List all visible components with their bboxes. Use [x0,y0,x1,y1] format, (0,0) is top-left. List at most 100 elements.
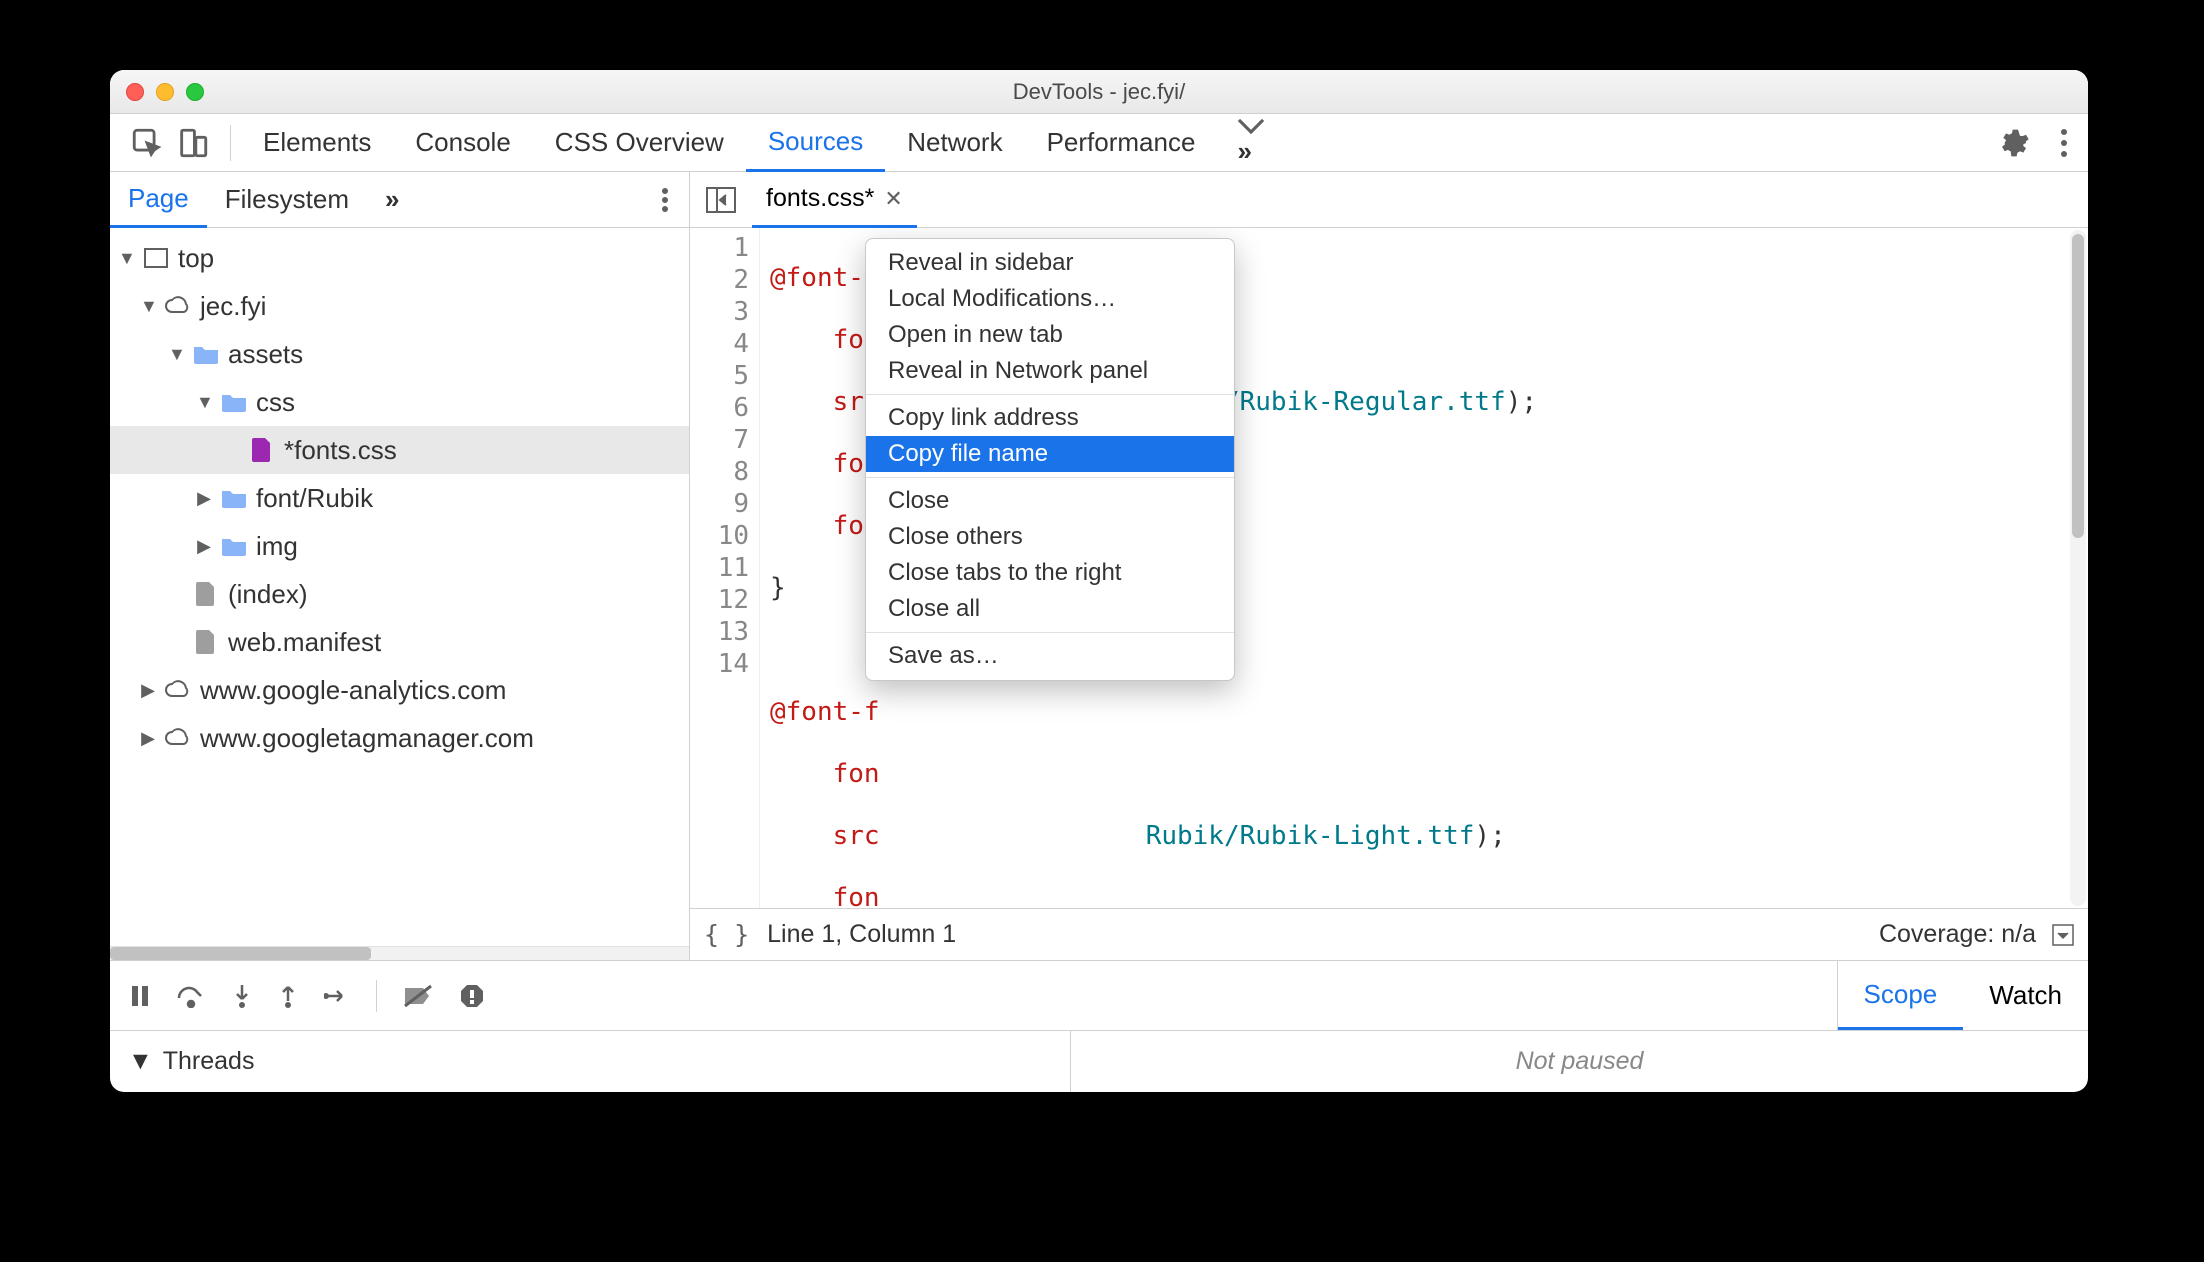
tab-css-overview[interactable]: CSS Overview [533,114,746,171]
navigator-more-tabs-icon[interactable]: » [367,184,417,215]
tree-label: jec.fyi [200,291,266,322]
ctx-open-new-tab[interactable]: Open in new tab [866,317,1234,353]
tree-domain-jecfyi[interactable]: ▼ jec.fyi [110,282,689,330]
tree-label: www.google-analytics.com [200,675,506,706]
coverage-dropdown-icon[interactable] [2052,924,2074,946]
disclosure-down-icon: ▼ [196,392,212,413]
tree-folder-css[interactable]: ▼ css [110,378,689,426]
navigator-kebab-icon[interactable] [641,187,689,213]
document-file-icon [192,630,220,654]
tree-label: img [256,531,298,562]
cloud-icon [164,294,192,318]
tree-file-index[interactable]: (index) [110,570,689,618]
step-out-icon[interactable] [278,983,298,1009]
editor-tabs: fonts.css* ✕ [690,172,2088,228]
debugger-tab-watch[interactable]: Watch [1963,961,2088,1030]
pretty-print-icon[interactable]: { } [704,920,749,949]
navigator-tabs: Page Filesystem » [110,172,689,228]
tab-performance[interactable]: Performance [1025,114,1218,171]
titlebar: DevTools - jec.fyi/ [110,70,2088,114]
tree-domain-gtm[interactable]: ▶ www.googletagmanager.com [110,714,689,762]
ctx-copy-file-name[interactable]: Copy file name [866,436,1234,472]
step-icon[interactable] [324,986,350,1006]
ctx-close-others[interactable]: Close others [866,519,1234,555]
folder-icon [220,534,248,558]
disclosure-down-icon: ▼ [140,296,156,317]
tree-label: top [178,243,214,274]
ctx-reveal-sidebar[interactable]: Reveal in sidebar [866,245,1234,281]
editor-vertical-scrollbar[interactable] [2070,230,2086,906]
tree-folder-img[interactable]: ▶ img [110,522,689,570]
cloud-icon [164,678,192,702]
content-area: Page Filesystem » ▼ top ▼ jec.fyi [110,172,2088,960]
tree-label: web.manifest [228,627,381,658]
editor-tab-label: fonts.css* [766,184,874,213]
disclosure-right-icon: ▶ [196,488,212,509]
ctx-save-as[interactable]: Save as… [866,638,1234,674]
device-toolbar-icon[interactable] [176,126,210,160]
bottom-panel: ▼ Threads Not paused [110,1030,2088,1092]
ctx-copy-link[interactable]: Copy link address [866,400,1234,436]
ctx-reveal-network[interactable]: Reveal in Network panel [866,353,1234,389]
navigator-tab-filesystem[interactable]: Filesystem [207,172,367,227]
document-file-icon [192,582,220,606]
editor-panel: fonts.css* ✕ 1234567891011121314 @font-f… [690,172,2088,960]
window-title: DevTools - jec.fyi/ [110,79,2088,105]
disclosure-right-icon: ▶ [140,680,156,701]
disclosure-right-icon: ▶ [140,728,156,749]
step-into-icon[interactable] [232,983,252,1009]
threads-label: Threads [163,1047,255,1076]
pause-icon[interactable] [130,984,150,1008]
close-tab-icon[interactable]: ✕ [884,186,902,212]
cursor-position: Line 1, Column 1 [767,920,956,949]
ctx-close-right[interactable]: Close tabs to the right [866,555,1234,591]
ctx-separator [866,477,1234,478]
editor-tab-fontscss[interactable]: fonts.css* ✕ [752,173,917,228]
ctx-close[interactable]: Close [866,483,1234,519]
not-paused-label: Not paused [1070,1031,2088,1092]
more-tabs-icon[interactable]: » [1217,118,1285,167]
ctx-close-all[interactable]: Close all [866,591,1234,627]
debugger-tab-scope[interactable]: Scope [1838,961,1964,1030]
step-over-icon[interactable] [176,984,206,1008]
code-editor[interactable]: 1234567891011121314 @font-f fon srcxxxxx… [690,228,2088,908]
file-tree: ▼ top ▼ jec.fyi ▼ assets ▼ css [110,228,689,946]
tab-context-menu: Reveal in sidebar Local Modifications… O… [865,238,1235,681]
inspect-element-icon[interactable] [130,126,164,160]
tree-label: www.googletagmanager.com [200,723,534,754]
disclosure-down-icon: ▼ [168,344,184,365]
deactivate-breakpoints-icon[interactable] [403,984,433,1008]
tree-top-frame[interactable]: ▼ top [110,234,689,282]
tab-network[interactable]: Network [885,114,1024,171]
toggle-navigator-icon[interactable] [690,187,752,213]
tree-file-fontscss[interactable]: *fonts.css [110,426,689,474]
ctx-local-modifications[interactable]: Local Modifications… [866,281,1234,317]
debugger-toolbar: Scope Watch [110,960,2088,1030]
tree-file-webmanifest[interactable]: web.manifest [110,618,689,666]
devtools-window: DevTools - jec.fyi/ Elements Console CSS… [110,70,2088,1092]
navigator-tab-page[interactable]: Page [110,173,207,228]
tree-label: font/Rubik [256,483,373,514]
tab-elements[interactable]: Elements [241,114,393,171]
pause-on-exceptions-icon[interactable] [459,983,485,1009]
more-options-kebab-icon[interactable] [2060,128,2068,158]
folder-icon [220,390,248,414]
sidebar-horizontal-scrollbar[interactable] [110,946,689,960]
disclosure-down-icon: ▼ [118,248,134,269]
threads-section[interactable]: ▼ Threads [110,1031,1070,1092]
tab-sources[interactable]: Sources [746,115,885,172]
tree-domain-ga[interactable]: ▶ www.google-analytics.com [110,666,689,714]
tree-label: *fonts.css [284,435,397,466]
tree-folder-font-rubik[interactable]: ▶ font/Rubik [110,474,689,522]
disclosure-down-icon: ▼ [128,1047,153,1076]
folder-icon [192,342,220,366]
frame-icon [142,246,170,270]
tree-folder-assets[interactable]: ▼ assets [110,330,689,378]
navigator-sidebar: Page Filesystem » ▼ top ▼ jec.fyi [110,172,690,960]
tree-label: css [256,387,295,418]
stylesheet-file-icon [248,438,276,462]
tab-console[interactable]: Console [393,114,532,171]
top-tabbar: Elements Console CSS Overview Sources Ne… [110,114,2088,172]
settings-gear-icon[interactable] [1998,127,2030,159]
folder-icon [220,486,248,510]
